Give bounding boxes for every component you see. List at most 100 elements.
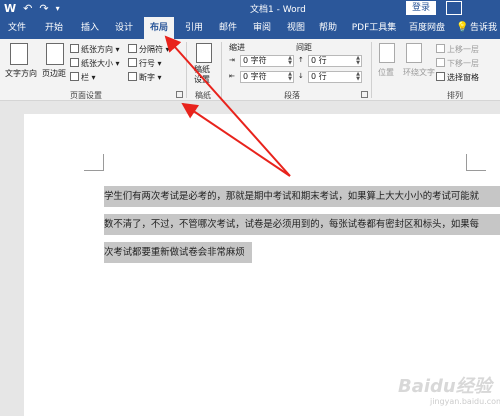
customize-qat-icon[interactable]: ▾ bbox=[56, 1, 60, 16]
lightbulb-icon[interactable]: 💡 bbox=[456, 17, 468, 39]
columns-button[interactable]: 栏 ▾ bbox=[70, 72, 96, 83]
tab-baidu-netdisk[interactable]: 百度网盘 bbox=[406, 17, 448, 39]
breaks-button[interactable]: 分隔符 ▾ bbox=[128, 44, 170, 55]
position-button[interactable]: 位置 bbox=[378, 67, 394, 78]
bring-forward-label: 上移一层 bbox=[447, 45, 479, 54]
group-label-page-setup: 页面设置 bbox=[70, 91, 102, 100]
manuscript-icon[interactable] bbox=[196, 43, 212, 63]
tab-references[interactable]: 引用 bbox=[182, 17, 206, 39]
text-direction-button[interactable]: 文字方向 bbox=[5, 68, 37, 79]
space-before-field[interactable]: 0 行 ▲ ▼ bbox=[308, 55, 362, 67]
breaks-icon bbox=[128, 44, 137, 53]
group-label-manuscript: 稿纸 bbox=[195, 91, 211, 100]
line-numbers-button[interactable]: 行号 ▾ bbox=[128, 58, 162, 69]
group-separator bbox=[371, 42, 372, 98]
quick-access-toolbar: W ↶ ↷ ▾ bbox=[4, 1, 60, 16]
redo-icon[interactable]: ↷ bbox=[39, 1, 48, 16]
space-after-icon: ↓ bbox=[298, 72, 304, 80]
ribbon-tab-bar: 文件 开始 插入 设计 布局 引用 邮件 审阅 视图 帮助 PDF工具集 百度网… bbox=[0, 17, 500, 39]
space-before-value: 0 行 bbox=[311, 56, 327, 65]
columns-icon bbox=[70, 72, 79, 81]
text-direction-icon[interactable] bbox=[10, 43, 28, 65]
crop-mark bbox=[466, 154, 467, 171]
orientation-button[interactable]: 纸张方向 ▾ bbox=[70, 44, 120, 55]
selection-pane-button[interactable]: 选择窗格 bbox=[436, 72, 479, 83]
indent-right-value: 0 字符 bbox=[243, 72, 267, 81]
baidu-watermark: Baidu经验 bbox=[398, 376, 492, 397]
title-bar: W ↶ ↷ ▾ 文档1 - Word 登录 bbox=[0, 0, 500, 17]
manuscript-settings-button[interactable]: 稿纸 设置 bbox=[194, 65, 210, 85]
tab-mailings[interactable]: 邮件 bbox=[216, 17, 240, 39]
indent-right-icon: ⇤ bbox=[229, 72, 235, 80]
window-title: 文档1 - Word bbox=[250, 5, 306, 15]
spinner-arrows-icon[interactable]: ▲ ▼ bbox=[288, 56, 292, 66]
text-line-2[interactable]: 数不清了，不过，不管哪次考试，试卷是必须用到的，每张试卷都有密封区和标头，如果每 bbox=[104, 214, 500, 235]
bring-forward-button[interactable]: 上移一层 bbox=[436, 44, 479, 55]
tab-design[interactable]: 设计 bbox=[112, 17, 136, 39]
margins-icon[interactable] bbox=[46, 43, 64, 65]
tell-me-search[interactable]: 告诉我 bbox=[470, 17, 500, 39]
spinner-arrows-icon[interactable]: ▲ ▼ bbox=[288, 72, 292, 82]
text-line-3[interactable]: 次考试都要重新做试卷会非常麻烦 bbox=[104, 242, 252, 263]
send-backward-icon bbox=[436, 58, 445, 67]
document-area[interactable]: 学生们有两次考试是必考的，那就是期中考试和期末考试，如果算上大大小小的考试可能就… bbox=[0, 101, 500, 416]
hyphenation-label: 断字 bbox=[139, 73, 155, 82]
spinner-arrows-icon[interactable]: ▲ ▼ bbox=[356, 56, 360, 66]
indent-left-value: 0 字符 bbox=[243, 56, 267, 65]
space-before-icon: ↑ bbox=[298, 56, 304, 64]
wrap-text-icon[interactable] bbox=[406, 43, 422, 63]
ribbon-layout: 文字方向 页边距 纸张方向 ▾ 纸张大小 ▾ 栏 ▾ 分隔符 ▾ 行号 ▾ 断字… bbox=[0, 39, 500, 101]
orientation-label: 纸张方向 bbox=[81, 45, 113, 54]
wrap-text-button[interactable]: 环绕文字 bbox=[403, 67, 435, 78]
crop-mark bbox=[103, 154, 104, 171]
indent-left-icon: ⇥ bbox=[229, 56, 235, 64]
bring-forward-icon bbox=[436, 44, 445, 53]
group-separator bbox=[221, 42, 222, 98]
spacing-label: 间距 bbox=[296, 43, 312, 52]
tab-help[interactable]: 帮助 bbox=[316, 17, 340, 39]
send-backward-button[interactable]: 下移一层 bbox=[436, 58, 479, 69]
crop-mark bbox=[466, 170, 486, 171]
line-numbers-label: 行号 bbox=[139, 59, 155, 68]
indent-right-field[interactable]: 0 字符 ▲ ▼ bbox=[240, 71, 294, 83]
group-separator bbox=[186, 42, 187, 98]
selection-pane-icon bbox=[436, 72, 445, 81]
space-after-field[interactable]: 0 行 ▲ ▼ bbox=[308, 71, 362, 83]
paper-size-icon bbox=[70, 58, 79, 67]
tab-home[interactable]: 开始 bbox=[42, 17, 66, 39]
space-after-value: 0 行 bbox=[311, 72, 327, 81]
line-numbers-icon bbox=[128, 58, 137, 67]
hyphenation-button[interactable]: 断字 ▾ bbox=[128, 72, 162, 83]
group-label-paragraph: 段落 bbox=[284, 91, 300, 100]
word-logo-icon: W bbox=[4, 2, 17, 15]
baidu-watermark-url: jingyan.baidu.com bbox=[430, 397, 500, 406]
undo-icon[interactable]: ↶ bbox=[23, 1, 32, 16]
columns-label: 栏 bbox=[81, 73, 89, 82]
selection-pane-label: 选择窗格 bbox=[447, 73, 479, 82]
indent-label: 缩进 bbox=[229, 43, 245, 52]
send-backward-label: 下移一层 bbox=[447, 59, 479, 68]
page-setup-dialog-launcher-icon[interactable] bbox=[176, 91, 183, 98]
tab-review[interactable]: 审阅 bbox=[250, 17, 274, 39]
size-label: 纸张大小 bbox=[81, 59, 113, 68]
breaks-label: 分隔符 bbox=[139, 45, 163, 54]
document-page[interactable]: 学生们有两次考试是必考的，那就是期中考试和期末考试，如果算上大大小小的考试可能就… bbox=[24, 114, 500, 416]
tab-pdf-tools[interactable]: PDF工具集 bbox=[350, 17, 398, 39]
margins-button[interactable]: 页边距 bbox=[42, 68, 66, 79]
tab-view[interactable]: 视图 bbox=[284, 17, 308, 39]
spinner-arrows-icon[interactable]: ▲ ▼ bbox=[356, 72, 360, 82]
hyphenation-icon bbox=[128, 72, 137, 81]
size-button[interactable]: 纸张大小 ▾ bbox=[70, 58, 120, 69]
orientation-icon bbox=[70, 44, 79, 53]
crop-mark bbox=[84, 170, 104, 171]
login-button[interactable]: 登录 bbox=[406, 1, 436, 15]
group-label-arrange: 排列 bbox=[447, 91, 463, 100]
paragraph-dialog-launcher-icon[interactable] bbox=[361, 91, 368, 98]
text-line-1[interactable]: 学生们有两次考试是必考的，那就是期中考试和期末考试，如果算上大大小小的考试可能就 bbox=[104, 186, 500, 207]
tab-file[interactable]: 文件 bbox=[4, 17, 30, 39]
position-icon[interactable] bbox=[379, 43, 395, 63]
indent-left-field[interactable]: 0 字符 ▲ ▼ bbox=[240, 55, 294, 67]
tab-insert[interactable]: 插入 bbox=[78, 17, 102, 39]
tab-layout[interactable]: 布局 bbox=[144, 17, 174, 39]
ribbon-display-options-icon[interactable] bbox=[446, 1, 462, 15]
